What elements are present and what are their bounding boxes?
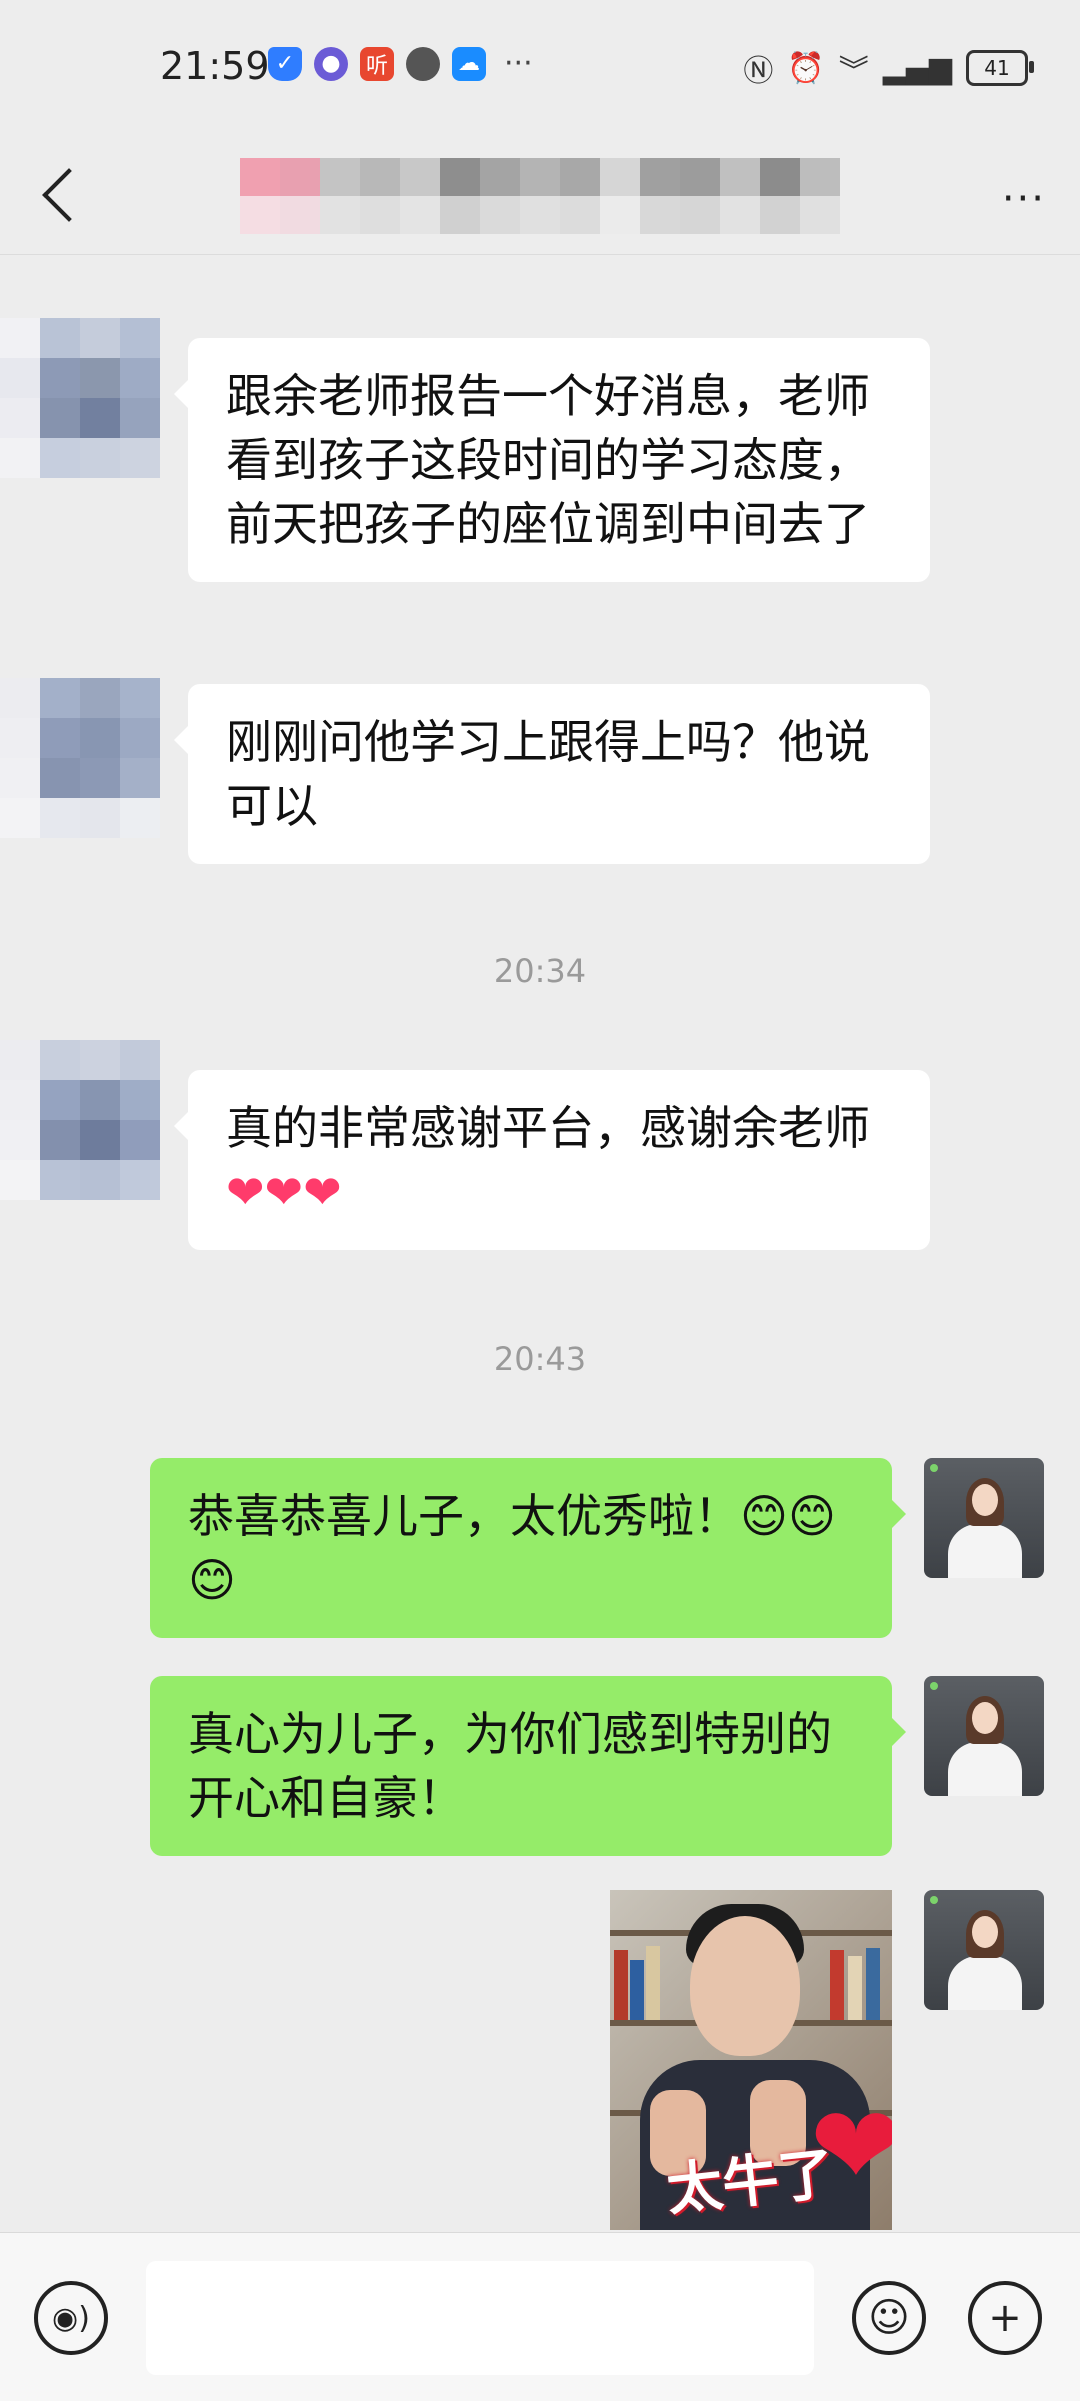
- battery-level: 41: [984, 56, 1010, 80]
- timestamp: 20:34: [493, 952, 587, 990]
- ting-label: 听: [365, 53, 388, 79]
- status-overflow: ···: [504, 46, 533, 81]
- status-left-icons: ✓ ● 听 ☁ ···: [268, 46, 533, 81]
- more-icon[interactable]: ···: [1002, 176, 1046, 222]
- status-time: 21:59: [160, 44, 270, 88]
- status-right-icons: Ⓝ ⏰ ︾ ▂▄▆ 41: [743, 46, 1034, 90]
- message-text: 真的非常感谢平台，感谢余老师: [226, 1101, 870, 1155]
- chat-header: ···: [0, 136, 1080, 255]
- message-bubble-sent[interactable]: 恭喜恭喜儿子，太优秀啦！😊😊😊: [150, 1458, 906, 1638]
- signal-icon: ▂▄▆: [882, 50, 952, 86]
- message-input[interactable]: [146, 2261, 814, 2375]
- back-icon[interactable]: [36, 154, 96, 234]
- status-bar: 21:59 ✓ ● 听 ☁ ··· Ⓝ ⏰ ︾ ▂▄▆ 41: [0, 0, 1080, 136]
- my-avatar[interactable]: [924, 1458, 1044, 1578]
- heart-emoji: ❤❤❤: [226, 1165, 342, 1219]
- plus-icon[interactable]: +: [968, 2281, 1042, 2355]
- wifi-icon: ︾: [838, 54, 869, 89]
- my-avatar[interactable]: [924, 1890, 1044, 2010]
- message-bubble[interactable]: 跟余老师报告一个好消息，老师看到孩子这段时间的学习态度，前天把孩子的座位调到中间…: [174, 338, 930, 582]
- cloud-icon: ☁: [452, 46, 486, 81]
- message-bubble[interactable]: 刚刚问他学习上跟得上吗？他说可以: [174, 684, 930, 864]
- chat-title-blurred: [240, 158, 840, 234]
- input-bar: ◉) ☺ +: [0, 2232, 1080, 2401]
- chat-icon: [406, 46, 440, 81]
- contact-avatar[interactable]: [0, 678, 160, 838]
- nfc-icon: Ⓝ: [743, 54, 774, 89]
- contact-avatar[interactable]: [0, 1040, 160, 1200]
- ting-app-icon: 听: [360, 46, 394, 81]
- contact-avatar[interactable]: [0, 318, 160, 478]
- shield-icon: ✓: [268, 46, 302, 81]
- message-bubble-sent[interactable]: 真心为儿子，为你们感到特别的开心和自豪！: [150, 1676, 906, 1856]
- alarm-icon: ⏰: [787, 50, 825, 86]
- video-message[interactable]: ❤ 太牛了: [610, 1890, 892, 2230]
- app-icon: ●: [314, 46, 348, 81]
- my-avatar[interactable]: [924, 1676, 1044, 1796]
- message-bubble[interactable]: 真的非常感谢平台，感谢余老师 ❤❤❤: [174, 1070, 930, 1250]
- timestamp: 20:43: [493, 1340, 587, 1378]
- battery-icon: 41: [966, 50, 1034, 86]
- voice-icon[interactable]: ◉): [34, 2281, 108, 2355]
- emoji-icon[interactable]: ☺: [852, 2281, 926, 2355]
